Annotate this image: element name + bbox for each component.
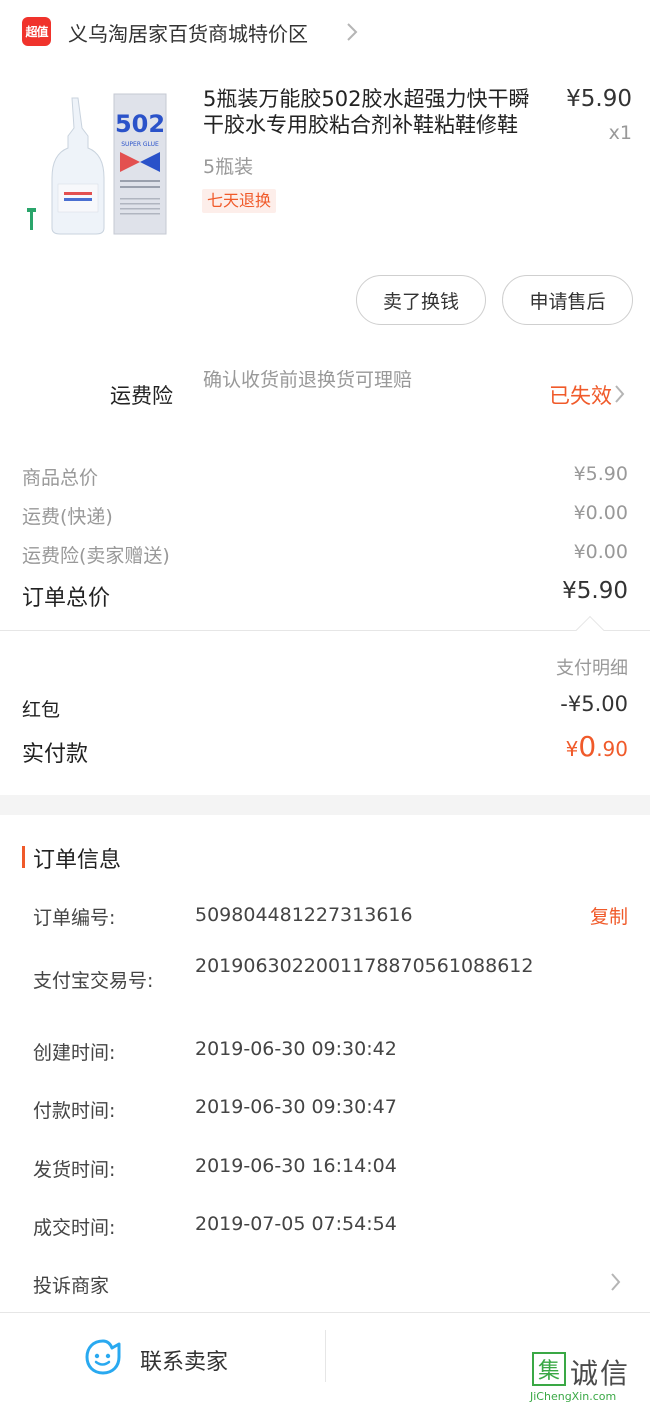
chat-face-icon [85,1339,121,1375]
payment-detail-link[interactable]: 支付明细 [556,654,628,680]
deal-time-value: 2019-07-05 07:54:54 [195,1213,397,1235]
section-separator [0,795,650,815]
order-number-label: 订单编号: [33,907,116,929]
bottom-bar-divider [0,1312,650,1313]
price-row-value: ¥0.00 [573,541,628,563]
watermark-logo: 集 [532,1352,566,1386]
watermark-url: JiChengXin.com [530,1390,617,1403]
paid-time-label: 付款时间: [33,1100,116,1122]
product-title[interactable]: 5瓶装万能胶502胶水超强力快干瞬干胶水专用胶粘合剂补鞋粘鞋修鞋 [203,86,548,138]
insurance-label: 运费险 [110,384,173,408]
price-row-value: ¥5.90 [573,463,628,485]
product-price: ¥5.90 [566,86,632,112]
store-header[interactable]: 超值 义乌淘居家百货商城特价区 [0,0,650,64]
contact-seller-label: 联系卖家 [140,1350,229,1375]
deal-time-label: 成交时间: [33,1217,116,1239]
watermark-text: 诚信 [570,1357,631,1390]
order-total-label: 订单总价 [22,586,111,611]
hongbao-value: -¥5.00 [560,692,628,716]
shipped-time-value: 2019-06-30 16:14:04 [195,1155,397,1177]
store-badge: 超值 [22,17,51,46]
product-image[interactable]: 502 SUPER GLUE [24,88,174,238]
product-image-sub: SUPER GLUE [121,141,159,148]
price-row-label: 运费(快递) [22,506,113,528]
paid-currency: ¥ [565,737,579,761]
hongbao-label: 红包 [22,699,61,721]
created-time-value: 2019-06-30 09:30:42 [195,1038,397,1060]
bottom-bar-separator [325,1330,326,1382]
product-image-label: 502 [115,110,165,138]
return-tag: 七天退换 [202,189,277,213]
order-info-title: 订单信息 [33,848,122,873]
chevron-right-icon [611,1273,621,1291]
created-time-label: 创建时间: [33,1042,116,1064]
paid-amount-label: 实付款 [22,742,89,767]
order-total-value: ¥5.90 [562,578,628,604]
order-number-value: 509804481227313616 [195,904,413,926]
insurance-status[interactable]: 已失效 [549,380,612,410]
paid-time-value: 2019-06-30 09:30:47 [195,1096,397,1118]
product-quantity: x1 [608,122,632,144]
paid-amount-value: ¥0.90 [566,730,628,763]
paid-integer: 0 [578,730,597,763]
section-accent-bar [22,846,25,868]
complain-seller-label: 投诉商家 [33,1275,110,1297]
chevron-right-icon [347,23,358,41]
divider-notch [575,615,605,645]
price-row-value: ¥0.00 [573,502,628,524]
alipay-trade-value: 2019063022001178870561088612 [195,955,534,977]
divider [0,630,650,631]
aftersale-button[interactable]: 申请售后 [502,275,633,325]
sell-button[interactable]: 卖了换钱 [356,275,486,325]
insurance-description: 确认收货前退换货可理赔 [203,369,413,391]
paid-decimal: .90 [596,737,628,761]
store-name[interactable]: 义乌淘居家百货商城特价区 [68,18,308,47]
shipped-time-label: 发货时间: [33,1159,116,1181]
price-row-label: 运费险(卖家赠送) [22,545,170,567]
copy-button[interactable]: 复制 [590,902,628,929]
alipay-trade-label: 支付宝交易号: [33,970,154,992]
product-sku: 5瓶装 [203,156,254,178]
price-row-label: 商品总价 [22,467,99,489]
chevron-right-icon [615,385,625,403]
